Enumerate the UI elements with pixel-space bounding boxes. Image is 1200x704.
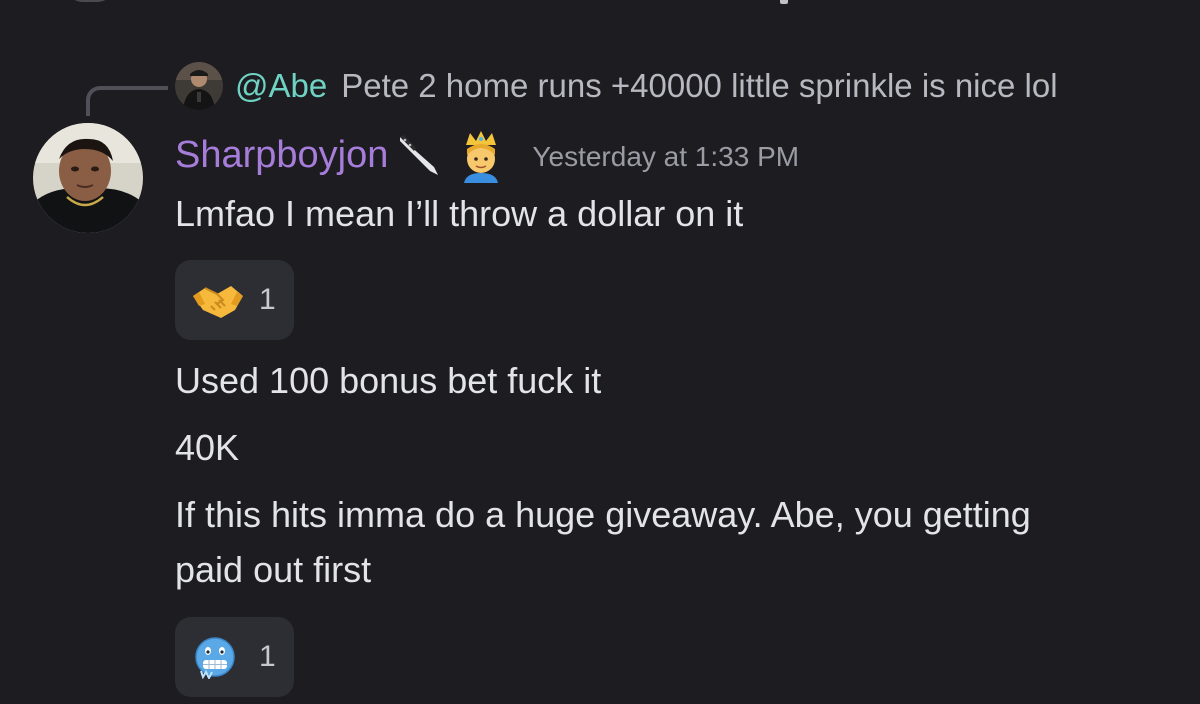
author-name[interactable]: Sharpboyjon xyxy=(175,134,388,177)
prince-icon xyxy=(458,127,504,183)
reaction-count: 1 xyxy=(259,640,276,673)
reaction-cold-face[interactable]: 1 xyxy=(175,617,294,697)
message-line[interactable]: Used 100 bonus bet fuck it xyxy=(175,353,601,408)
reply-mention[interactable]: @Abe xyxy=(235,67,327,105)
reply-avatar[interactable] xyxy=(175,62,223,110)
previous-message-avatar xyxy=(68,0,112,2)
reply-preview[interactable]: @Abe Pete 2 home runs +40000 little spri… xyxy=(175,60,1058,112)
message-header: Sharpboyjon Yesterday at 1:33 PM xyxy=(175,124,799,186)
reaction-count: 1 xyxy=(259,283,276,316)
reply-text[interactable]: Pete 2 home runs +40000 little sprinkle … xyxy=(341,67,1057,105)
reply-connector-line xyxy=(86,86,168,116)
message-line[interactable]: If this hits imma do a huge giveaway. Ab… xyxy=(175,487,1031,597)
message-line[interactable]: Lmfao I mean I’ll throw a dollar on it xyxy=(175,186,743,241)
knife-icon xyxy=(394,127,450,183)
cold-face-icon xyxy=(191,635,245,679)
message-timestamp: Yesterday at 1:33 PM xyxy=(532,141,800,172)
message-line-part: paid out first xyxy=(175,549,372,590)
message-line-part: If this hits imma do a huge giveaway. Ab… xyxy=(175,494,1031,535)
handshake-icon xyxy=(191,278,245,322)
message-line[interactable]: 40K xyxy=(175,420,239,475)
previous-message-text-fragment xyxy=(780,0,788,4)
reaction-handshake[interactable]: 1 xyxy=(175,260,294,340)
author-avatar[interactable] xyxy=(33,123,143,233)
